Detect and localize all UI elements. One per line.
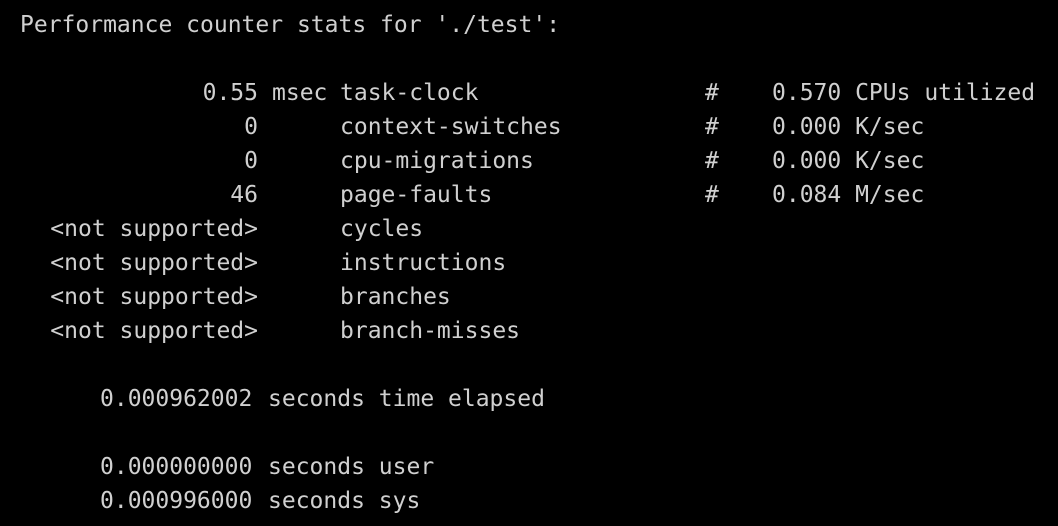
- comment-separator: #: [705, 80, 719, 106]
- timing-label: seconds user: [268, 454, 435, 480]
- comment-separator: #: [705, 182, 719, 208]
- comment-separator: #: [705, 148, 719, 174]
- event-name: cycles: [340, 216, 424, 242]
- timing-label: seconds time elapsed: [268, 386, 545, 412]
- event-comment: 0.570 CPUs utilized: [772, 80, 1036, 106]
- event-name: task-clock: [340, 80, 479, 106]
- event-value: 46: [230, 182, 258, 208]
- stats-header-text: Performance counter stats for './test':: [20, 12, 561, 38]
- event-name: branches: [340, 284, 451, 310]
- event-row: <not supported> cycles: [0, 212, 1058, 246]
- timing-value: 0.000996000: [100, 488, 253, 514]
- timing-value: 0.000962002: [100, 386, 253, 412]
- event-row: <not supported> branch-misses: [0, 314, 1058, 348]
- event-name: branch-misses: [340, 318, 521, 344]
- event-row: 0.55 msec task-clock # 0.570 CPUs utiliz…: [0, 76, 1058, 110]
- timing-label: seconds sys: [268, 488, 421, 514]
- event-value: 0.55: [202, 80, 258, 106]
- timing-value: 0.000000000: [100, 454, 253, 480]
- event-value: <not supported>: [50, 216, 258, 242]
- event-comment: 0.000 K/sec: [772, 114, 925, 140]
- event-unit: msec: [272, 80, 328, 106]
- event-comment: 0.084 M/sec: [772, 182, 925, 208]
- event-value: 0: [244, 148, 258, 174]
- event-name: page-faults: [340, 182, 493, 208]
- event-value: <not supported>: [50, 284, 258, 310]
- event-row: 0 context-switches # 0.000 K/sec: [0, 110, 1058, 144]
- event-row: <not supported> branches: [0, 280, 1058, 314]
- timing-row-elapsed: 0.000962002 seconds time elapsed: [0, 382, 1058, 416]
- event-value: 0: [244, 114, 258, 140]
- event-row: <not supported> instructions: [0, 246, 1058, 280]
- event-row: 46 page-faults # 0.084 M/sec: [0, 178, 1058, 212]
- event-value: <not supported>: [50, 250, 258, 276]
- event-comment: 0.000 K/sec: [772, 148, 925, 174]
- comment-separator: #: [705, 114, 719, 140]
- timing-row-user: 0.000000000 seconds user: [0, 450, 1058, 484]
- event-name: context-switches: [340, 114, 562, 140]
- stats-header-line: Performance counter stats for './test':: [0, 8, 1058, 42]
- event-name: cpu-migrations: [340, 148, 534, 174]
- event-value: <not supported>: [50, 318, 258, 344]
- event-row: 0 cpu-migrations # 0.000 K/sec: [0, 144, 1058, 178]
- event-name: instructions: [340, 250, 507, 276]
- timing-row-sys: 0.000996000 seconds sys: [0, 484, 1058, 518]
- terminal-output: Performance counter stats for './test': …: [0, 0, 1058, 526]
